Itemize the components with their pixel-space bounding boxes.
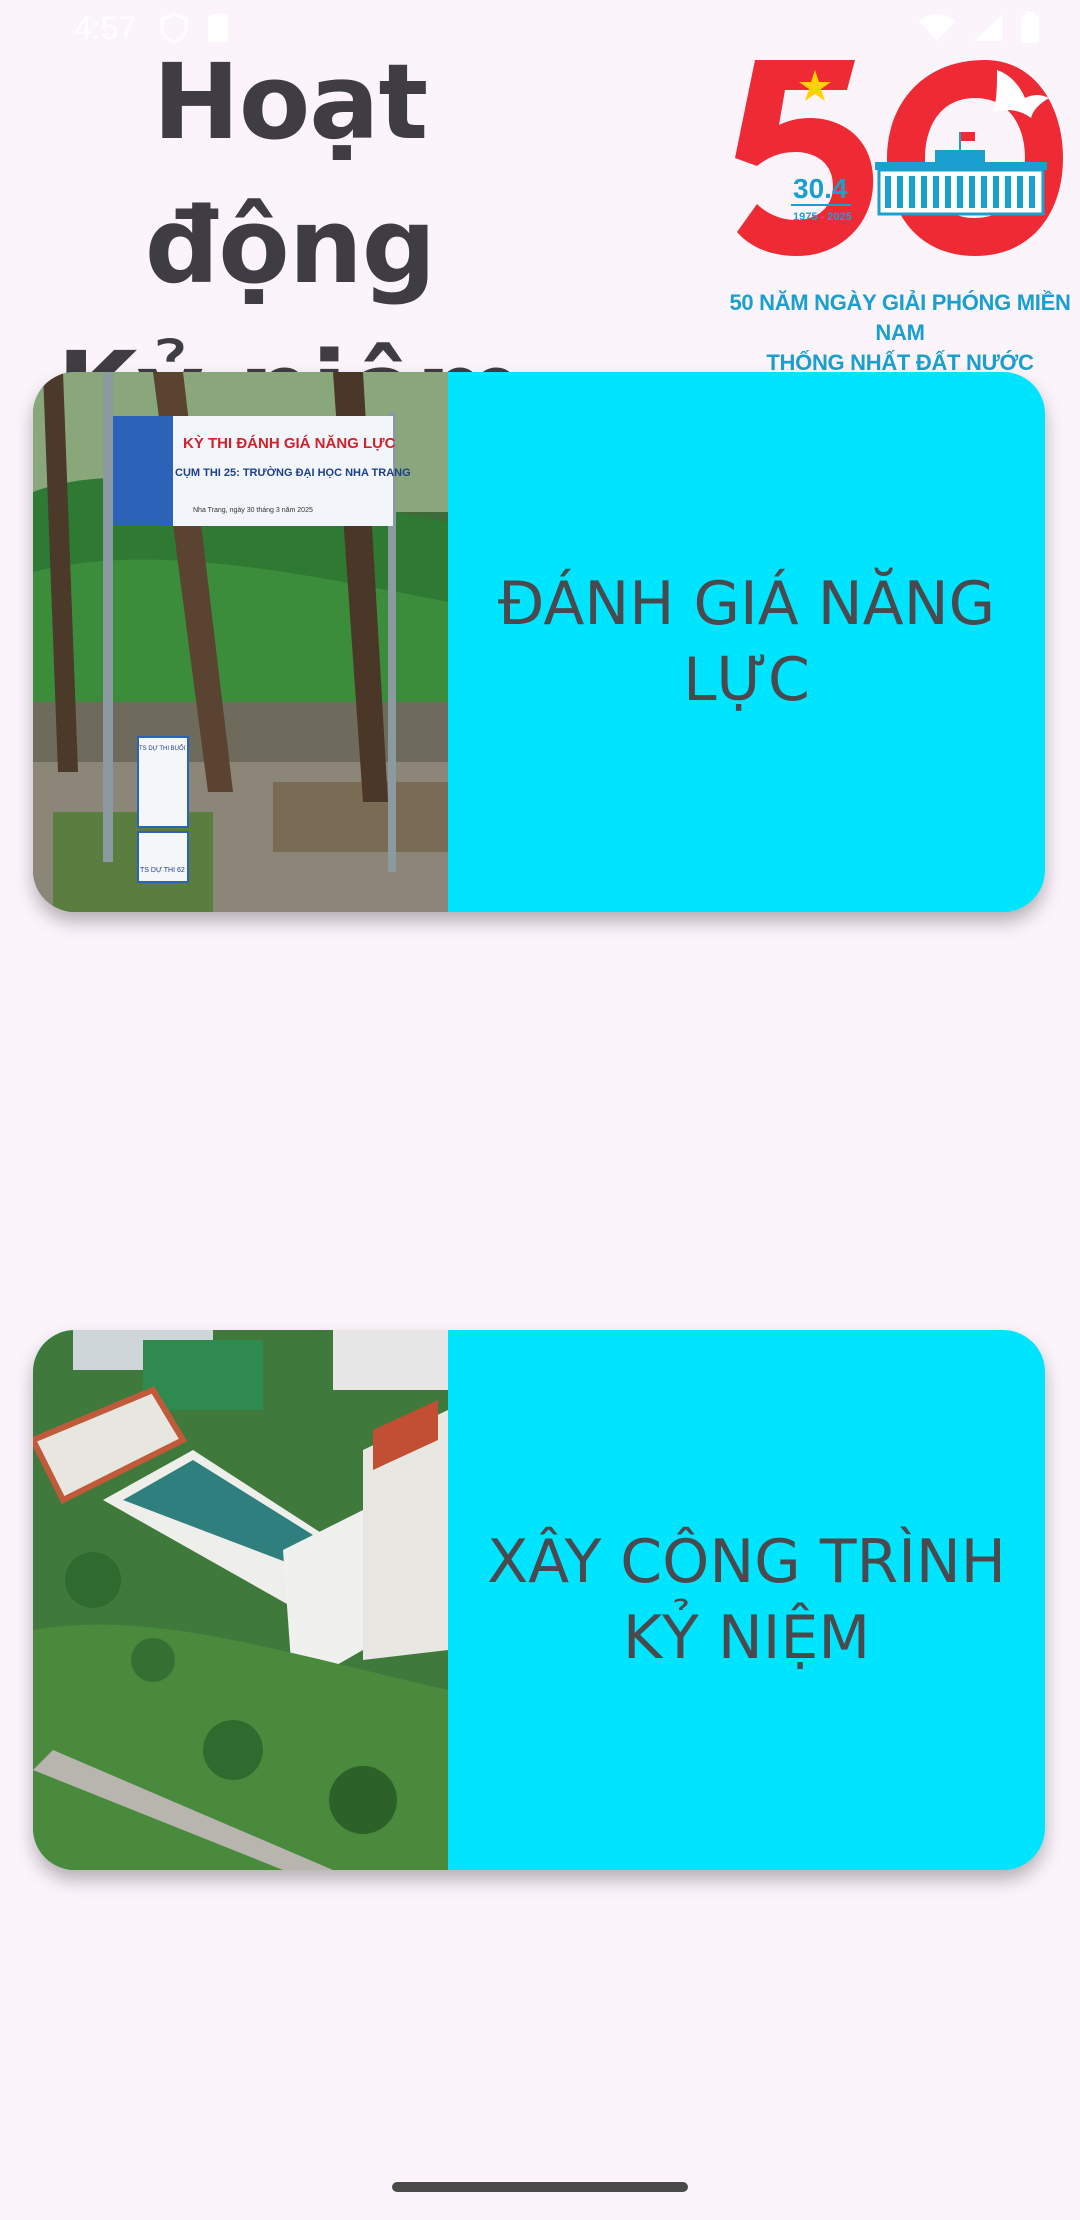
battery-icon bbox=[1021, 12, 1039, 43]
banner-title: KỲ THI ĐÁNH GIÁ NĂNG LỰC bbox=[183, 434, 396, 452]
card-danh-gia-nang-luc[interactable]: KỲ THI ĐÁNH GIÁ NĂNG LỰC CỤM THI 25: TRƯ… bbox=[33, 372, 1045, 912]
banner-subtitle: CỤM THI 25: TRƯỜNG ĐẠI HỌC NHA TRANG bbox=[175, 466, 411, 479]
logo-date: 30.4 bbox=[793, 173, 848, 204]
logo-caption: 50 NĂM NGÀY GIẢI PHÓNG MIỀN NAM THỐNG NH… bbox=[725, 288, 1075, 378]
page-title-line1: Hoạt động bbox=[144, 41, 436, 307]
card-image-exam-banner: KỲ THI ĐÁNH GIÁ NĂNG LỰC CỤM THI 25: TRƯ… bbox=[33, 372, 448, 912]
logo-five-shape bbox=[735, 60, 874, 256]
logo-flag bbox=[961, 132, 975, 141]
cellular-signal-icon bbox=[974, 15, 1002, 41]
logo-date-underline bbox=[791, 204, 851, 206]
wifi-icon bbox=[919, 14, 955, 41]
banner-date: Nha Trang, ngày 30 tháng 3 năm 2025 bbox=[193, 507, 313, 514]
card-xay-cong-trinh-ky-niem[interactable]: XÂY CÔNG TRÌNH KỶ NIỆM bbox=[33, 1330, 1045, 1870]
sign-top-text: TS DỰ THI BUỔI bbox=[139, 745, 186, 752]
card-label-xay-cong-trinh-ky-niem: XÂY CÔNG TRÌNH KỶ NIỆM bbox=[487, 1527, 1006, 1673]
sign-bottom-text: TS DỰ THI 62 bbox=[140, 867, 185, 874]
card-label-danh-gia-nang-luc: ĐÁNH GIÁ NĂNG LỰC bbox=[497, 569, 996, 715]
logo-years: 1975 - 2025 bbox=[793, 211, 852, 223]
gesture-nav-handle[interactable] bbox=[392, 2182, 688, 2192]
card-image-campus-aerial bbox=[33, 1330, 448, 1870]
logo-caption-line1: 50 NĂM NGÀY GIẢI PHÓNG MIỀN NAM bbox=[729, 290, 1071, 345]
